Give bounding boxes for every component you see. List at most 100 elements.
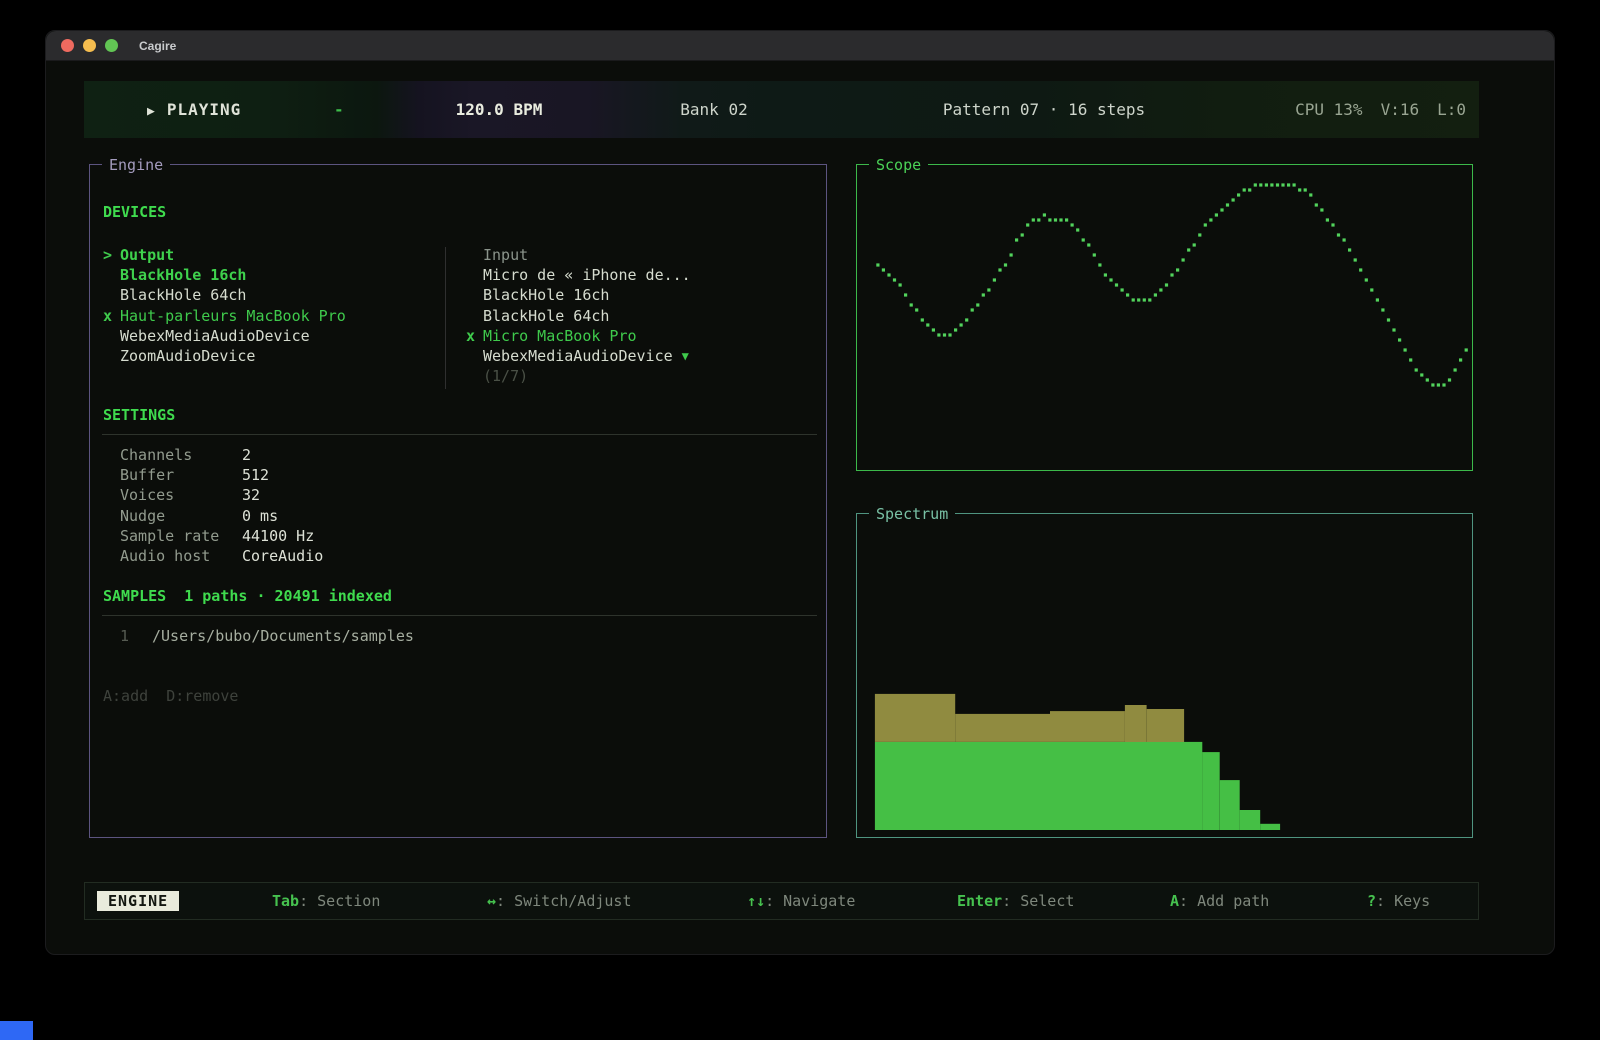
scope-panel: Scope [856, 164, 1473, 471]
device-label: Output [120, 245, 174, 265]
engine-panel: Engine DEVICES >OutputBlackHole 16chBlac… [89, 164, 827, 838]
shortcut-key: ↑↓ [747, 892, 765, 910]
window-title: Cagire [139, 39, 176, 53]
setting-row[interactable]: Audio hostCoreAudio [120, 546, 323, 566]
bank-display: Bank 02 [644, 81, 784, 138]
device-item[interactable]: xMicro MacBook Pro [466, 326, 806, 346]
shortcut-hint: A: Add path [1170, 892, 1269, 910]
device-label: ZoomAudioDevice [120, 346, 255, 366]
marker-slot [466, 366, 483, 386]
transport-state-label: PLAYING [167, 100, 241, 119]
input-column-header: Input [466, 245, 806, 265]
shortcut-label: : Section [299, 892, 380, 910]
shortcut-hint: ↔: Switch/Adjust [487, 892, 632, 910]
maximize-button[interactable] [105, 39, 118, 52]
dropdown-arrow-icon: ▼ [682, 346, 689, 366]
path-text: /Users/bubo/Documents/samples [152, 626, 414, 646]
device-label: BlackHole 16ch [483, 285, 609, 305]
device-item[interactable]: xHaut-parleurs MacBook Pro [103, 306, 443, 326]
setting-value: 0 ms [242, 506, 278, 526]
shortcut-hint: Enter: Select [957, 892, 1074, 910]
column-divider [445, 247, 446, 389]
shortcut-hint: ↑↓: Navigate [747, 892, 855, 910]
marker-slot [466, 245, 483, 265]
settings-heading: SETTINGS [103, 405, 175, 425]
device-label: Micro de « iPhone de... [483, 265, 691, 285]
device-label: BlackHole 64ch [120, 285, 246, 305]
shortcut-key: ↔ [487, 892, 496, 910]
marker-slot [103, 346, 120, 366]
mode-badge: ENGINE [97, 891, 179, 911]
bpm-display: 120.0 BPM [409, 81, 589, 138]
device-item[interactable]: BlackHole 16ch [466, 285, 806, 305]
device-item[interactable]: WebexMediaAudioDevice [103, 326, 443, 346]
device-item[interactable]: BlackHole 16ch [103, 265, 443, 285]
setting-label: Channels [120, 445, 242, 465]
transport-bar: ▶ PLAYING - 120.0 BPM Bank 02 Pattern 07 … [84, 81, 1479, 138]
device-label: BlackHole 16ch [120, 265, 246, 285]
voices-stat: V:16 [1381, 81, 1420, 138]
shortcut-hint: Tab: Section [272, 892, 380, 910]
setting-label: Sample rate [120, 526, 242, 546]
app-window: Cagire ▶ PLAYING - 120.0 BPM Bank 02 Patt… [45, 30, 1555, 955]
shortcut-label: : Add path [1179, 892, 1269, 910]
device-label: BlackHole 64ch [483, 306, 609, 326]
active-device-marker: x [466, 326, 483, 346]
device-item[interactable]: ZoomAudioDevice [103, 346, 443, 366]
setting-row[interactable]: Buffer512 [120, 465, 323, 485]
setting-row[interactable]: Voices32 [120, 485, 323, 505]
input-pager: (1/7) [466, 366, 806, 386]
status-bar: ENGINE Tab: Section ↔: Switch/Adjust ↑↓: N… [84, 882, 1479, 920]
shortcut-key: ? [1367, 892, 1376, 910]
setting-label: Voices [120, 485, 242, 505]
device-label: WebexMediaAudioDevice [483, 346, 673, 366]
path-index: 1 [120, 626, 152, 646]
engine-panel-title: Engine [102, 155, 170, 175]
marker-slot [466, 306, 483, 326]
minimize-button[interactable] [83, 39, 96, 52]
setting-label: Nudge [120, 506, 242, 526]
device-item[interactable]: WebexMediaAudioDevice ▼ [466, 346, 806, 366]
desktop: Cagire ▶ PLAYING - 120.0 BPM Bank 02 Patt… [0, 0, 1600, 1040]
transport-status: ▶ PLAYING [147, 81, 241, 138]
shortcut-label: : Navigate [765, 892, 855, 910]
device-label: Haut-parleurs MacBook Pro [120, 306, 346, 326]
marker-slot [466, 265, 483, 285]
settings-divider [102, 434, 817, 435]
shortcut-key: Tab [272, 892, 299, 910]
transport-separator: - [334, 81, 344, 138]
pattern-display: Pattern 07 · 16 steps [939, 81, 1149, 138]
setting-row[interactable]: Channels2 [120, 445, 323, 465]
marker-slot [103, 326, 120, 346]
close-button[interactable] [61, 39, 74, 52]
setting-row[interactable]: Sample rate44100 Hz [120, 526, 323, 546]
setting-label: Buffer [120, 465, 242, 485]
device-item[interactable]: BlackHole 64ch [103, 285, 443, 305]
settings-list: Channels2Buffer512Voices32Nudge0 msSampl… [120, 445, 323, 566]
device-label: WebexMediaAudioDevice [120, 326, 310, 346]
active-device-marker: x [103, 306, 120, 326]
setting-value: 2 [242, 445, 251, 465]
system-stats: CPU 13% V:16 L:0 [1295, 81, 1466, 138]
device-item[interactable]: BlackHole 64ch [466, 306, 806, 326]
shortcut-label: : Switch/Adjust [496, 892, 631, 910]
input-device-list: InputMicro de « iPhone de...BlackHole 16… [466, 245, 806, 386]
samples-divider [102, 615, 817, 616]
samples-heading-label: SAMPLES [103, 586, 166, 606]
samples-hint: A:add D:remove [103, 687, 238, 705]
shortcut-label: : Select [1002, 892, 1074, 910]
setting-value: 44100 Hz [242, 526, 314, 546]
play-icon: ▶ [147, 104, 156, 119]
latency-stat: L:0 [1437, 81, 1466, 138]
device-label: Input [483, 245, 528, 265]
device-label: Micro MacBook Pro [483, 326, 637, 346]
window-titlebar[interactable]: Cagire [46, 31, 1554, 61]
output-device-list: >OutputBlackHole 16chBlackHole 64chxHaut… [103, 245, 443, 366]
marker-slot [466, 285, 483, 305]
setting-row[interactable]: Nudge0 ms [120, 506, 323, 526]
shortcut-label: : Keys [1376, 892, 1430, 910]
marker-slot [466, 346, 483, 366]
sample-path-row[interactable]: 1/Users/bubo/Documents/samples [120, 626, 414, 646]
sample-path-list: 1/Users/bubo/Documents/samples [120, 626, 414, 646]
device-item[interactable]: Micro de « iPhone de... [466, 265, 806, 285]
